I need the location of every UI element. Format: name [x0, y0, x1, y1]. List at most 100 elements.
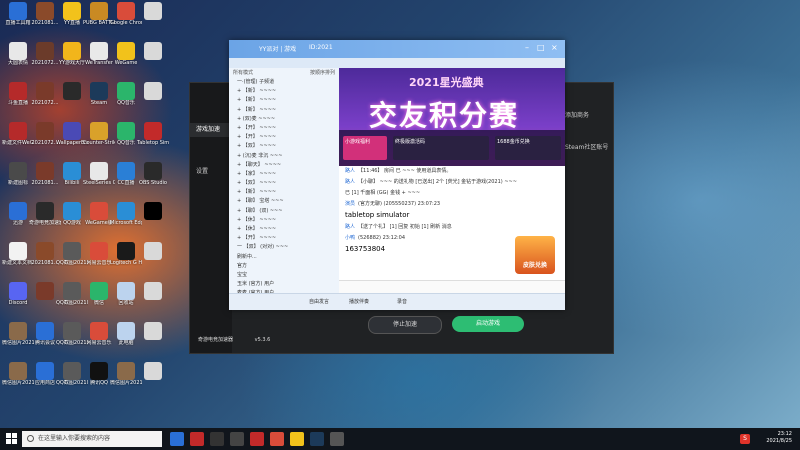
mode-label[interactable]: 所有模式	[233, 68, 253, 78]
windows-start-icon[interactable]	[6, 433, 18, 445]
desktop-icon[interactable]: OBS Studio	[137, 162, 169, 198]
skin-exchange-badge[interactable]: 皮肤兑换	[515, 236, 555, 274]
steam-account-link[interactable]: Steam社区账号	[559, 141, 613, 155]
room-id: ID:2021	[309, 44, 333, 51]
taskbar-app-icon[interactable]	[270, 432, 284, 446]
message-sender[interactable]: 路人	[345, 224, 355, 230]
desktop-icon[interactable]: Tabletop Simulator	[137, 122, 169, 158]
app-icon	[63, 322, 81, 340]
add-business-link[interactable]: 添加商务	[559, 109, 613, 123]
channel-item[interactable]: 一 【双】 (对对) ~~~	[229, 243, 339, 252]
desktop-icon[interactable]	[137, 362, 169, 398]
minimize-icon[interactable]: –	[525, 43, 529, 52]
promo-card[interactable]: 1688金币兑换	[495, 136, 561, 160]
app-icon	[90, 42, 108, 60]
chat-title-bar[interactable]: YY派对 | 游戏 ID:2021 – □ ×	[229, 40, 565, 58]
app-icon	[90, 202, 108, 220]
accelerator-nav-item[interactable]: 游戏加速	[190, 123, 232, 137]
desktop-icon-label: OBS Studio	[139, 180, 167, 186]
channel-item[interactable]: 官方	[229, 262, 339, 271]
app-icon	[63, 242, 81, 260]
app-icon	[144, 322, 162, 340]
app-icon	[63, 2, 81, 20]
taskbar-app-icon[interactable]	[170, 432, 184, 446]
channel-item[interactable]: + 【聊】 (双) ~~~	[229, 207, 339, 216]
sort-label[interactable]: 按顺序排列	[310, 68, 335, 78]
message-text: 【11:46】 房间 已 ~~~ 使用道具表情。	[358, 168, 452, 174]
maximize-icon[interactable]: □	[537, 43, 545, 52]
app-icon	[9, 82, 27, 100]
system-clock[interactable]: 23:12 2021/8/25	[766, 431, 792, 445]
channel-list[interactable]: 所有模式 按顺序排列 一·(管理) 子频道 + 【新】 ~~~~ + 【新】 ~~~…	[229, 68, 340, 294]
record-button[interactable]: 录音	[397, 298, 407, 305]
taskbar-search-input[interactable]: 在这里输入你要搜索的内容	[22, 431, 162, 447]
channel-item[interactable]: 宝宝	[229, 271, 339, 280]
taskbar-app-icon[interactable]	[250, 432, 264, 446]
desktop-icon[interactable]	[137, 42, 169, 78]
message-text: 163753804	[345, 245, 386, 253]
channel-item[interactable]: + 【开】 ~~~~	[229, 124, 339, 133]
desktop-icon[interactable]	[137, 242, 169, 278]
desktop-icon[interactable]	[137, 82, 169, 118]
message-sender[interactable]: 路人	[345, 168, 355, 174]
desktop-icon-label: Tabletop Simulator	[137, 140, 169, 146]
desktop-icon[interactable]	[137, 282, 169, 318]
channel-item[interactable]: 玉米 (官方) 用户	[229, 280, 339, 289]
message-sender[interactable]: 小鸭	[345, 235, 355, 241]
app-icon	[117, 242, 135, 260]
app-icon	[9, 162, 27, 180]
yy-chat-window[interactable]: YY派对 | 游戏 ID:2021 – □ × 所有模式 按顺序排列 一·(管理…	[229, 40, 565, 310]
ime-indicator[interactable]: S	[740, 434, 750, 444]
taskbar-app-icon[interactable]	[210, 432, 224, 446]
taskbar-app-icon[interactable]	[330, 432, 344, 446]
app-icon	[9, 242, 27, 260]
desktop-icon[interactable]	[137, 322, 169, 358]
channel-item[interactable]: + 【新】 ~~~~	[229, 188, 339, 197]
message-item: 演员 (官方无聊) (205550237) 23:07:23	[339, 199, 565, 210]
accompaniment-button[interactable]: 播放伴奏	[349, 298, 369, 305]
channel-item[interactable]: + 【家】 ~~~~	[229, 170, 339, 179]
channel-item[interactable]: + (双)麦 ~~~~	[229, 115, 339, 124]
start-game-button[interactable]: 启动游戏	[452, 316, 524, 332]
app-icon	[90, 162, 108, 180]
channel-item[interactable]: + 【休】 ~~~~	[229, 216, 339, 225]
taskbar-app-icon[interactable]	[310, 432, 324, 446]
app-icon	[9, 42, 27, 60]
close-icon[interactable]: ×	[551, 43, 558, 52]
event-banner[interactable]: 2021星光盛典 交友积分赛 小游戏福利 终极版激活码 1688金币兑换	[339, 68, 565, 166]
channel-item[interactable]: + 【新】 ~~~~	[229, 87, 339, 96]
app-icon	[36, 202, 54, 220]
taskbar-app-icon[interactable]	[230, 432, 244, 446]
app-icon	[144, 82, 162, 100]
accelerator-nav-item[interactable]	[190, 151, 232, 165]
accelerator-nav-item[interactable]	[190, 137, 232, 151]
channel-item[interactable]: + 【双】 ~~~~	[229, 142, 339, 151]
channel-item[interactable]: 刷新中...	[229, 253, 339, 262]
channel-item[interactable]: + 【聊】 宝塔 ~~~	[229, 197, 339, 206]
channel-item[interactable]: + 【双】 ~~~~	[229, 179, 339, 188]
taskbar-app-icon[interactable]	[190, 432, 204, 446]
app-icon	[9, 322, 27, 340]
stop-accelerate-button[interactable]: 停止加速	[368, 316, 442, 334]
message-text: tabletop simulator	[345, 211, 410, 219]
channel-item[interactable]: + 【开】 ~~~~	[229, 234, 339, 243]
app-icon	[144, 202, 162, 220]
channel-item[interactable]: + 【新】 ~~~~	[229, 96, 339, 105]
app-icon	[9, 122, 27, 140]
channel-item[interactable]: + 【聊天】 ~~~~	[229, 161, 339, 170]
message-sender[interactable]: 演员	[345, 201, 355, 207]
promo-card[interactable]: 小游戏福利	[343, 136, 387, 160]
channel-item[interactable]: 一·(管理) 子频道	[229, 78, 339, 87]
channel-item[interactable]: + 【新】 ~~~~	[229, 106, 339, 115]
free-speak-button[interactable]: 自由发言	[309, 298, 329, 305]
channel-item[interactable]: + 【开】 ~~~~	[229, 133, 339, 142]
desktop-icon[interactable]	[137, 202, 169, 238]
promo-card[interactable]: 终极版激活码	[393, 136, 489, 160]
accelerator-nav-item[interactable]: 设置	[190, 165, 232, 179]
channel-item[interactable]: + 【休】 ~~~~	[229, 225, 339, 234]
taskbar-app-icon[interactable]	[290, 432, 304, 446]
desktop-icon[interactable]	[137, 2, 169, 38]
message-text: (官方无聊) (205550237) 23:07:23	[358, 201, 441, 207]
message-sender[interactable]: 路人	[345, 179, 355, 185]
channel-item[interactable]: + (沉)麦 非沉 ~~~	[229, 152, 339, 161]
